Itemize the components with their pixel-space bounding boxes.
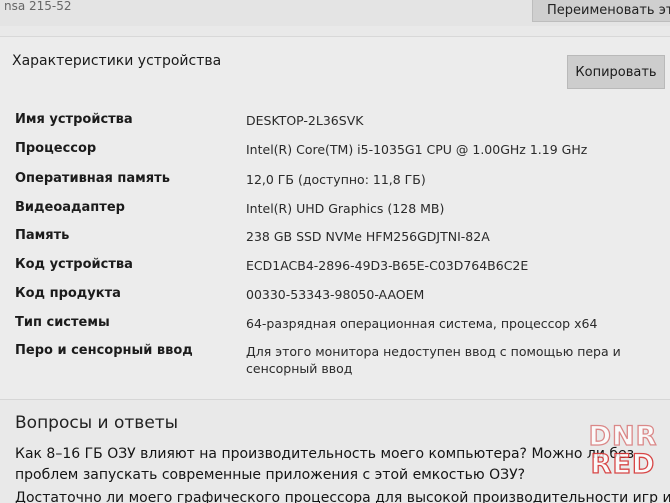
spec-label: Имя устройства: [15, 112, 133, 127]
spec-row-ram: Оперативная память 12,0 ГБ (доступно: 11…: [0, 171, 670, 195]
spec-value: 238 GB SSD NVMe HFM256GDJTNI-82A: [246, 229, 490, 244]
spec-value: Для этого монитора недоступен ввод с пом…: [246, 344, 621, 376]
spec-row-storage: Память 238 GB SSD NVMe HFM256GDJTNI-82A: [0, 228, 670, 252]
copy-button[interactable]: Копировать: [567, 55, 665, 89]
spec-value: 12,0 ГБ (доступно: 11,8 ГБ): [246, 172, 426, 187]
spec-row-video-adapter: Видеоадаптер Intel(R) UHD Graphics (128 …: [0, 200, 670, 224]
spec-label: Перо и сенсорный ввод: [15, 343, 193, 358]
spec-label: Код устройства: [15, 257, 133, 272]
spec-label: Видеоадаптер: [15, 200, 125, 215]
spec-row-device-name: Имя устройства DESKTOP-2L36SVK: [0, 112, 670, 136]
device-specs-title: Характеристики устройства: [12, 53, 222, 69]
device-specs-card: Характеристики устройства Копировать Имя…: [0, 36, 670, 400]
spec-value: Intel(R) UHD Graphics (128 MB): [246, 201, 445, 216]
spec-value: DESKTOP-2L36SVK: [246, 113, 364, 128]
spec-label: Тип системы: [15, 315, 110, 330]
spec-row-processor: Процессор Intel(R) Core(TM) i5-1035G1 CP…: [0, 141, 670, 165]
spec-row-device-id: Код устройства ECD1ACB4-2896-49D3-B65E-C…: [0, 257, 670, 281]
settings-about-page: nsa 215-52 Переименовать этот Характерис…: [0, 0, 670, 503]
top-strip: nsa 215-52 Переименовать этот: [0, 0, 670, 26]
qa-section-title: Вопросы и ответы: [15, 413, 179, 433]
spec-label: Процессор: [15, 141, 97, 156]
spec-label: Оперативная память: [15, 171, 170, 186]
spec-value: Intel(R) Core(TM) i5-1035G1 CPU @ 1.00GH…: [246, 142, 588, 157]
qa-question-link[interactable]: Как 8–16 ГБ ОЗУ влияют на производительн…: [15, 444, 670, 486]
qa-question-link[interactable]: Достаточно ли моего графического процесс…: [15, 488, 670, 503]
rename-pc-button[interactable]: Переименовать этот: [532, 0, 670, 22]
device-name-partial: nsa 215-52: [4, 0, 72, 13]
spec-label: Память: [15, 228, 70, 243]
spec-row-product-id: Код продукта 00330-53343-98050-AAOEM: [0, 286, 670, 310]
spec-value: 64-разрядная операционная система, проце…: [246, 316, 598, 331]
spec-row-system-type: Тип системы 64-разрядная операционная си…: [0, 315, 670, 339]
spec-label: Код продукта: [15, 286, 121, 301]
spec-row-pen-touch: Перо и сенсорный ввод Для этого монитора…: [0, 343, 670, 383]
spec-value: ECD1ACB4-2896-49D3-B65E-C03D764B6C2E: [246, 258, 529, 273]
spec-value: 00330-53343-98050-AAOEM: [246, 287, 425, 302]
